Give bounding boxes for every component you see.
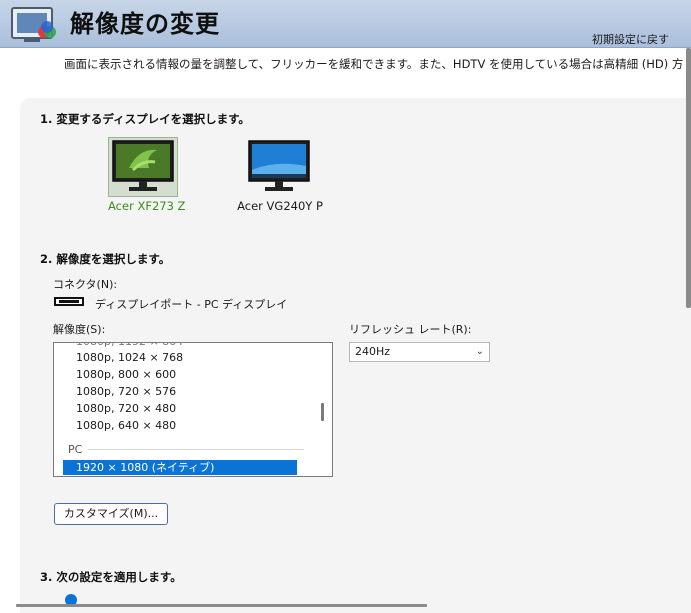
listbox-scrollbar[interactable] xyxy=(316,343,332,476)
chevron-down-icon: ⌄ xyxy=(475,346,484,357)
header-bar: 解像度の変更 初期設定に戻す xyxy=(0,0,691,48)
display-name-2[interactable]: Acer VG240Y P xyxy=(236,199,324,213)
display-name-1[interactable]: Acer XF273 Z xyxy=(108,199,185,213)
step1-title: 1. 変更するディスプレイを選択します。 xyxy=(40,112,250,126)
refresh-rate-value: 240Hz xyxy=(355,345,391,358)
list-item[interactable]: 1080p, 720 × 576 xyxy=(76,385,176,398)
page-vertical-scrollbar[interactable] xyxy=(686,48,691,308)
list-group-header: PC xyxy=(68,443,83,456)
displayport-icon xyxy=(54,297,84,306)
step2-title: 2. 解像度を選択します。 xyxy=(40,252,171,266)
list-item-partial: 1080p, 1152 × 864 xyxy=(76,343,183,348)
connector-value: ディスプレイポート - PC ディスプレイ xyxy=(95,298,288,311)
refresh-rate-select[interactable]: 240Hz ⌄ xyxy=(349,342,490,362)
page-horizontal-scrollbar[interactable] xyxy=(16,604,427,607)
resolution-label: 解像度(S): xyxy=(53,323,106,336)
list-item[interactable]: 1080p, 1024 × 768 xyxy=(76,351,183,364)
connector-label: コネクタ(N): xyxy=(53,278,118,291)
monitor-icon xyxy=(112,140,174,191)
listbox-scroll-thumb[interactable] xyxy=(321,403,324,421)
display-settings-icon xyxy=(11,7,56,42)
restore-defaults-link[interactable]: 初期設定に戻す xyxy=(592,31,669,47)
selected-resolution[interactable]: 1920 × 1080 (ネイティブ) xyxy=(63,460,297,475)
resolution-listbox[interactable]: 1080p, 1152 × 864 1080p, 1024 × 768 1080… xyxy=(53,342,333,477)
page-description: 画面に表示される情報の量を調整して、フリッカーを緩和できます。また、HDTV を… xyxy=(64,57,684,71)
page-title: 解像度の変更 xyxy=(70,10,220,38)
step3-title: 3. 次の設定を適用します。 xyxy=(40,570,182,584)
display-acer-vg240yp[interactable] xyxy=(245,138,315,196)
display-acer-xf273z[interactable] xyxy=(108,137,178,197)
refresh-rate-label: リフレッシュ レート(R): xyxy=(349,323,472,336)
list-item[interactable]: 1080p, 720 × 480 xyxy=(76,402,176,415)
list-item[interactable]: 1080p, 800 × 600 xyxy=(76,368,176,381)
monitor-icon xyxy=(248,140,310,191)
group-divider xyxy=(88,449,304,450)
customize-button[interactable]: カスタマイズ(M)... xyxy=(54,503,168,525)
list-item[interactable]: 1080p, 640 × 480 xyxy=(76,419,176,432)
